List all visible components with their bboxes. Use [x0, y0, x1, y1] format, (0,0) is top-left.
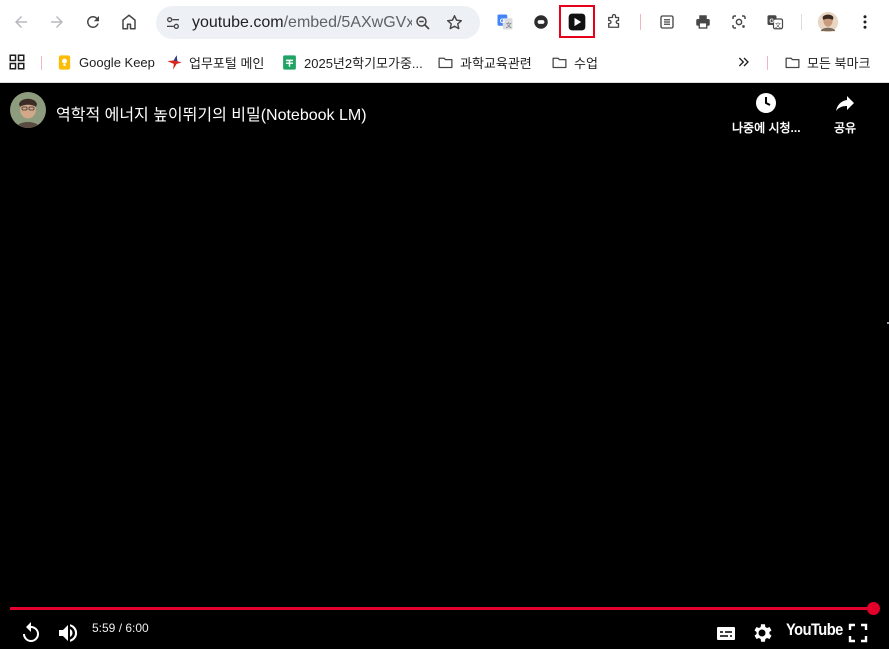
- bookmark-label: 모든 북마크: [807, 55, 871, 71]
- folder-icon: [784, 54, 801, 71]
- watch-later-button[interactable]: 나중에 시청...: [732, 91, 801, 136]
- reload-button[interactable]: [78, 7, 108, 37]
- share-button[interactable]: 공유: [833, 91, 857, 136]
- settings-button[interactable]: [747, 618, 777, 648]
- home-icon: [122, 14, 136, 30]
- bookmarks-bar: Google Keep 업무포털 메인 2025년2학기모가중... 과학교육관…: [0, 44, 889, 80]
- browser-chrome: youtube.com/embed/5AXwGVx... G 文: [0, 0, 889, 83]
- bookmarks-overflow-button[interactable]: [736, 50, 752, 74]
- portal-star-icon: [166, 54, 183, 71]
- bookmark-star-button[interactable]: [443, 11, 466, 34]
- all-bookmarks-folder[interactable]: 모든 북마크: [784, 50, 870, 74]
- share-label: 공유: [833, 121, 857, 135]
- youtube-embed-player[interactable]: 역학적 에너지 높이뛰기의 비밀(Notebook LM) 나중에 시청... …: [0, 83, 889, 649]
- circle-extension-icon: [534, 15, 548, 29]
- subtitles-icon: [717, 627, 735, 640]
- lens-icon: [732, 15, 746, 29]
- folder-icon: [437, 54, 454, 71]
- google-lens-button[interactable]: [724, 7, 754, 37]
- replay-button[interactable]: [16, 618, 46, 648]
- home-button[interactable]: [114, 7, 144, 37]
- mute-button[interactable]: [53, 618, 83, 648]
- fullscreen-icon: [848, 623, 868, 643]
- progress-bar[interactable]: [10, 607, 874, 610]
- time-display: 5:59 / 6:00: [92, 621, 149, 635]
- bookmark-label: 수업: [574, 55, 598, 71]
- progress-scrubber[interactable]: [867, 602, 881, 615]
- omnibox[interactable]: youtube.com/embed/5AXwGVx...: [156, 6, 480, 39]
- google-translate-icon: G 文: [497, 14, 513, 30]
- replay-icon: [23, 622, 39, 642]
- svg-text:G: G: [769, 19, 774, 25]
- volume-icon: [59, 624, 78, 642]
- chrome-menu-button[interactable]: [850, 7, 880, 37]
- bookmark-label: 과학교육관련: [460, 55, 532, 71]
- puzzle-icon: [608, 13, 620, 28]
- bookmark-folder-science[interactable]: 과학교육관련: [437, 50, 532, 74]
- toolbar-divider: [640, 14, 641, 30]
- star-outline-icon: [446, 15, 463, 30]
- play-square-icon: [568, 13, 586, 30]
- fullscreen-button[interactable]: [843, 618, 873, 648]
- folder-icon: [551, 54, 568, 71]
- zoom-icon: [415, 15, 430, 30]
- translate-page-button[interactable]: G 文: [760, 7, 790, 37]
- clock-icon: [756, 93, 777, 113]
- more-vert-icon: [863, 15, 867, 29]
- bookmarks-divider: [767, 56, 768, 70]
- channel-avatar[interactable]: [10, 92, 46, 128]
- google-translate-extension[interactable]: G 文: [490, 7, 520, 37]
- url-text[interactable]: youtube.com/embed/5AXwGVx...: [192, 14, 412, 32]
- toolbar-divider: [801, 14, 802, 30]
- profile-button[interactable]: [813, 7, 843, 37]
- reading-list-button[interactable]: [652, 7, 682, 37]
- arrow-left-icon: [15, 16, 27, 28]
- tune-icon: [166, 16, 179, 29]
- youtube-player-extension[interactable]: [559, 5, 595, 38]
- browser-toolbar: youtube.com/embed/5AXwGVx... G 文: [0, 0, 889, 44]
- reading-list-icon: [660, 15, 674, 29]
- channel-avatar-image: [10, 92, 46, 128]
- bookmark-label: 2025년2학기모가중...: [304, 55, 423, 71]
- apps-grid-icon: [9, 54, 25, 70]
- double-chevron-right-icon: [738, 57, 749, 67]
- extensions-button[interactable]: [599, 7, 629, 37]
- back-button[interactable]: [6, 7, 36, 37]
- watch-later-label: 나중에 시청...: [732, 121, 801, 135]
- google-keep-icon: [56, 54, 73, 71]
- share-arrow-icon: [836, 96, 854, 111]
- google-sheets-icon: [281, 54, 298, 71]
- forward-button[interactable]: [42, 7, 72, 37]
- bookmark-work-portal[interactable]: 업무포털 메인: [166, 50, 264, 74]
- profile-avatar-icon: [817, 11, 839, 33]
- url-domain: youtube.com: [192, 14, 284, 31]
- zoom-button[interactable]: [411, 11, 434, 34]
- video-title[interactable]: 역학적 에너지 높이뛰기의 비밀(Notebook LM): [56, 101, 367, 125]
- arrow-right-icon: [51, 16, 63, 28]
- youtube-logo[interactable]: YouTube: [786, 620, 843, 640]
- bookmarks-divider: [41, 56, 42, 70]
- subtitles-button[interactable]: [711, 618, 741, 648]
- bookmark-folder-class[interactable]: 수업: [551, 50, 598, 74]
- reload-icon: [86, 15, 99, 28]
- gear-icon: [754, 624, 772, 642]
- bookmark-sheet[interactable]: 2025년2학기모가중...: [281, 50, 423, 74]
- bookmark-label: 업무포털 메인: [189, 55, 265, 71]
- site-info-button[interactable]: [161, 11, 184, 34]
- bookmark-google-keep[interactable]: Google Keep: [56, 50, 155, 74]
- circle-extension[interactable]: [526, 7, 556, 37]
- print-button[interactable]: [688, 7, 718, 37]
- printer-icon: [696, 15, 710, 29]
- bookmark-label: Google Keep: [79, 54, 155, 70]
- svg-text:G: G: [500, 18, 505, 25]
- apps-shortcut[interactable]: [8, 50, 26, 74]
- url-path: /embed/5AXwGVx...: [283, 14, 412, 31]
- translate-icon: G 文: [767, 15, 784, 30]
